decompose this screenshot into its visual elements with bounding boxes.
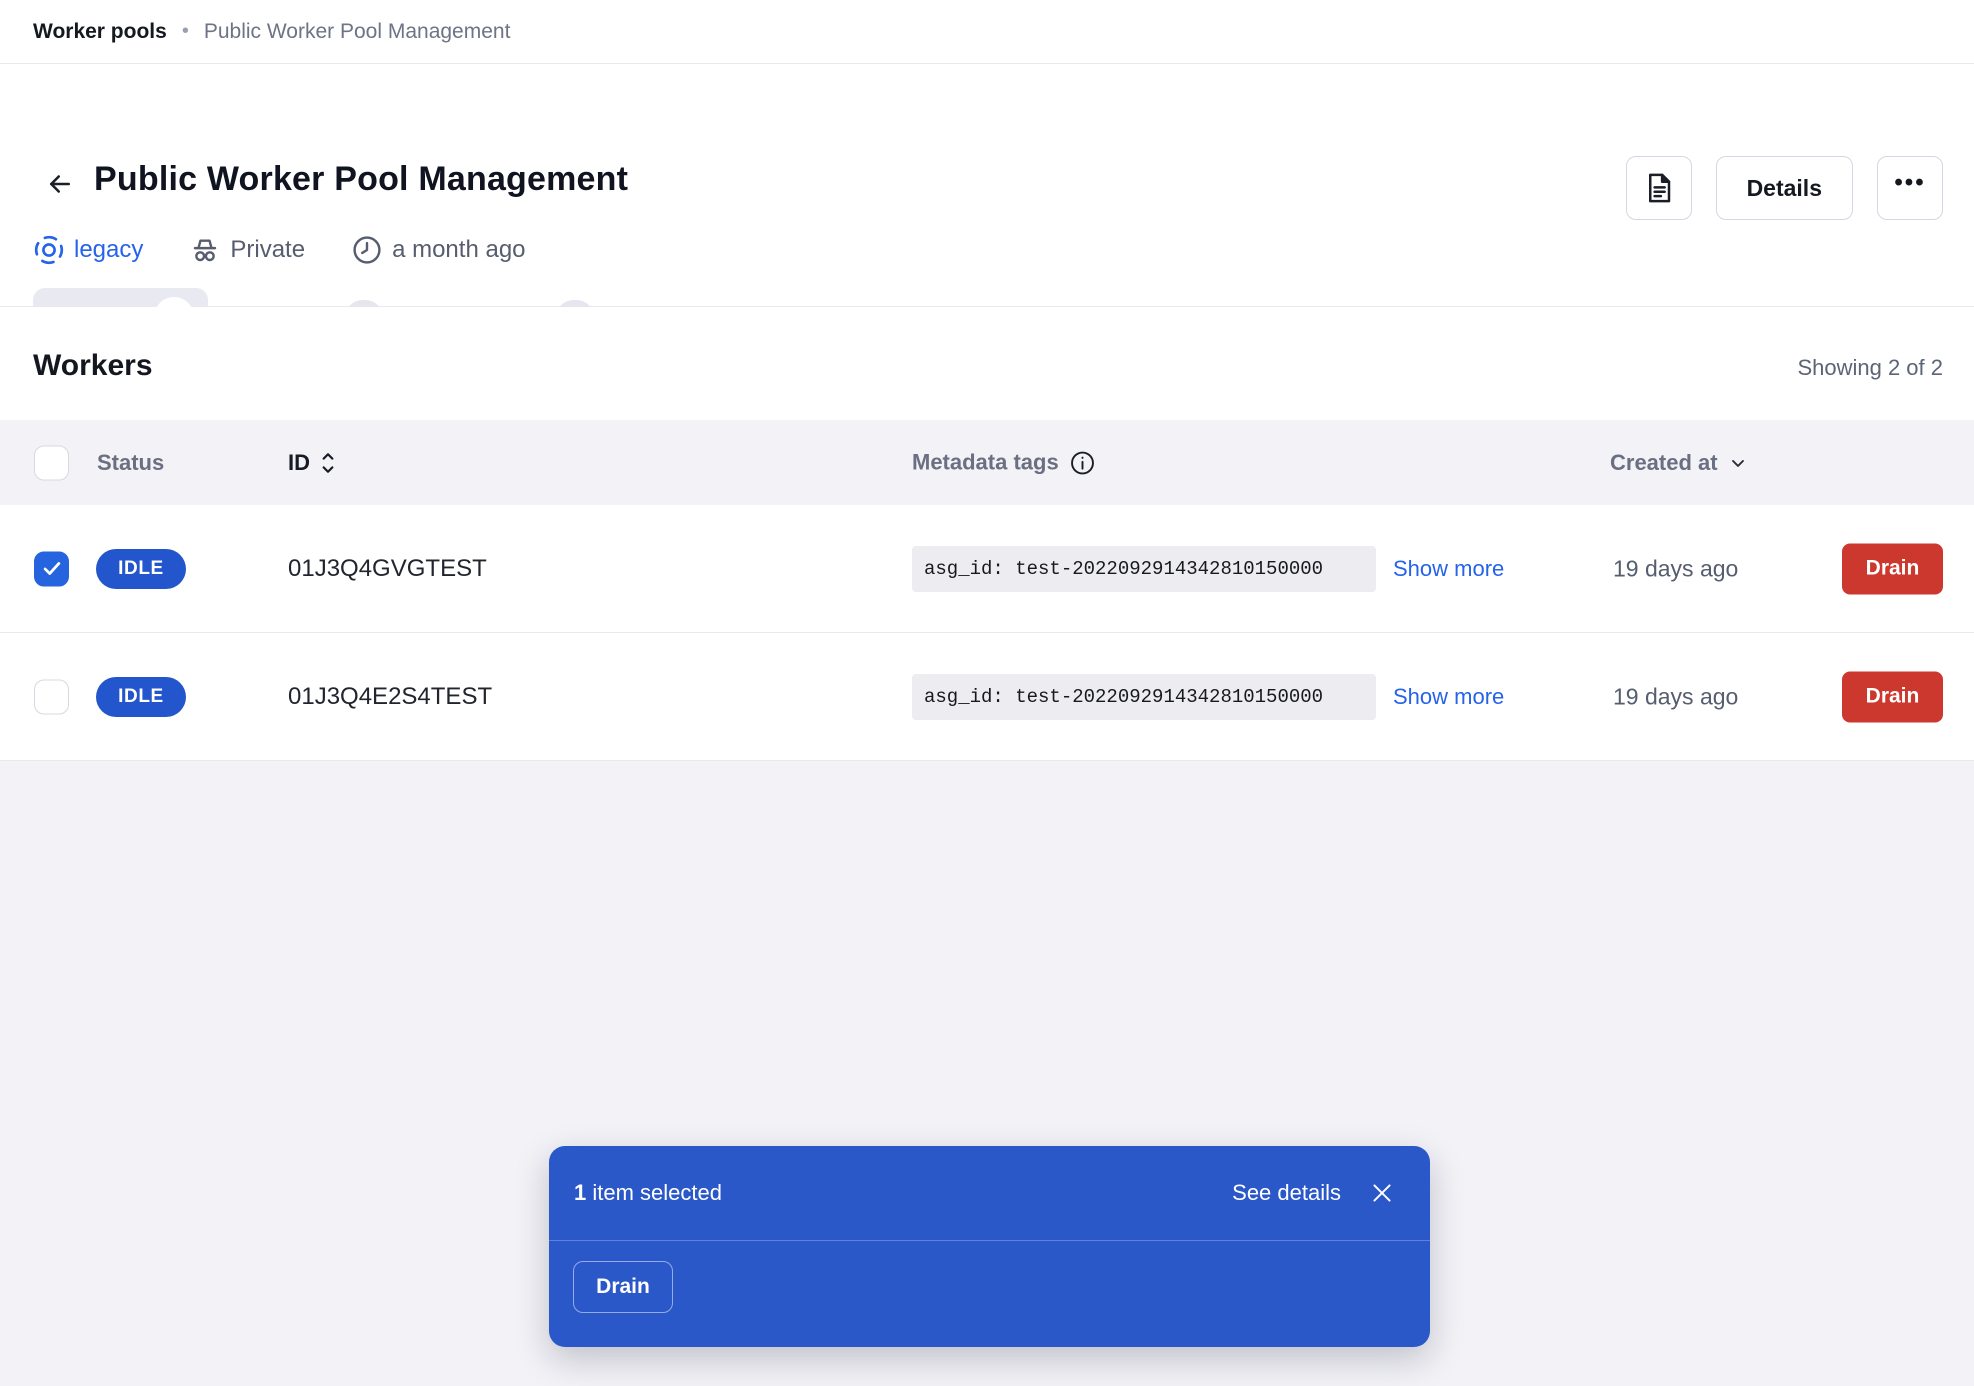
pool-type[interactable]: legacy [33,234,143,266]
column-header-id[interactable]: ID [288,450,336,476]
selection-toolbar-top: 1 item selected See details [549,1146,1430,1241]
see-details-link[interactable]: See details [1232,1180,1341,1206]
column-header-metadata-tags: Metadata tags [912,449,1096,476]
column-header-status: Status [97,450,164,476]
pool-visibility: Private [189,234,305,266]
worker-row: IDLE 01J3Q4GVGTEST asg_id: test-20220929… [0,505,1974,633]
worker-pool-page: Worker pools • Public Worker Pool Manage… [0,0,1974,1386]
drain-button[interactable]: Drain [1842,543,1943,594]
ellipsis-icon: ••• [1894,169,1925,197]
more-options-button[interactable]: ••• [1877,156,1943,220]
close-icon [1369,1180,1395,1206]
document-icon [1644,171,1674,205]
legacy-scope-icon [33,234,65,266]
show-more-link[interactable]: Show more [1393,556,1504,582]
column-header-created-at[interactable]: Created at [1610,450,1748,476]
status-badge: IDLE [96,677,186,717]
pool-visibility-label: Private [230,236,305,264]
status-badge: IDLE [96,549,186,589]
info-icon[interactable] [1069,449,1096,476]
row-checkbox[interactable] [34,679,69,714]
workers-section-head: Workers Showing 2 of 2 [0,307,1974,420]
breadcrumb-current-page: Public Worker Pool Management [204,20,511,44]
private-incognito-icon [189,234,221,266]
pool-meta-row: legacy Private a month ago [33,230,572,270]
page-header: Public Worker Pool Management legacy Pri… [0,64,1974,307]
drain-button[interactable]: Drain [1842,671,1943,722]
worker-id: 01J3Q4GVGTEST [288,555,487,583]
showing-count: Showing 2 of 2 [1797,355,1943,381]
metadata-tag: asg_id: test-2022092914342810150000 [912,546,1376,592]
page-title: Public Worker Pool Management [94,160,628,199]
show-more-link[interactable]: Show more [1393,684,1504,710]
close-selection-button[interactable] [1368,1179,1396,1207]
details-button[interactable]: Details [1716,156,1853,220]
workers-heading: Workers [33,349,153,383]
arrow-left-icon [43,169,77,199]
created-at-value: 19 days ago [1613,555,1738,582]
chevron-down-icon [1728,453,1748,473]
back-button[interactable] [38,162,82,206]
checkmark-icon [41,558,63,580]
pool-updated-label: a month ago [392,236,525,264]
worker-row: IDLE 01J3Q4E2S4TEST asg_id: test-2022092… [0,633,1974,761]
metadata-tag: asg_id: test-2022092914342810150000 [912,674,1376,720]
worker-id: 01J3Q4E2S4TEST [288,683,492,711]
sort-icon [320,451,336,475]
select-all-checkbox[interactable] [34,445,69,480]
clock-icon [351,234,383,266]
workers-table-header: Status ID Metadata tags Created at [0,420,1974,505]
selection-count: 1 [574,1180,586,1205]
selection-toolbar: 1 item selected See details Drain [549,1146,1430,1347]
created-at-value: 19 days ago [1613,683,1738,710]
breadcrumb-separator: • [182,20,189,43]
breadcrumb-worker-pools[interactable]: Worker pools [33,20,167,44]
notes-button[interactable] [1626,156,1692,220]
selection-toolbar-actions: Drain [549,1241,1430,1346]
pool-updated: a month ago [351,234,525,266]
pool-type-label: legacy [74,236,143,264]
selection-count-text: 1 item selected [574,1180,722,1206]
breadcrumb: Worker pools • Public Worker Pool Manage… [0,0,1974,64]
bulk-drain-button[interactable]: Drain [573,1261,673,1313]
row-checkbox-checked[interactable] [34,551,69,586]
header-actions: Details ••• [1626,156,1943,220]
